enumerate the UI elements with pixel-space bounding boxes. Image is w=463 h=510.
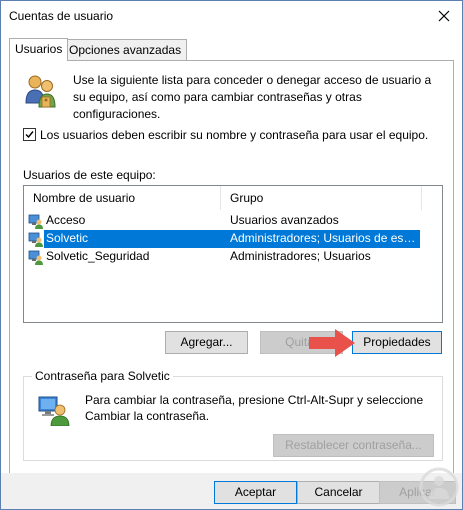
users-tab-panel: Use la siguiente lista para conceder o d…: [9, 60, 454, 474]
tab-usuarios[interactable]: Usuarios: [9, 38, 69, 61]
require-login-label: Los usuarios deben escribir su nombre y …: [40, 128, 429, 142]
user-list-label: Usuarios de este equipo:: [23, 168, 156, 182]
user-group: Administradores; Usuarios: [230, 249, 371, 263]
column-header-username[interactable]: Nombre de usuario: [24, 186, 229, 210]
red-arrow-icon: [309, 329, 355, 357]
user-group: Administradores; Usuarios de esc...: [230, 231, 418, 245]
user-accounts-window: Cuentas de usuario Usuarios Opciones ava…: [0, 0, 463, 510]
add-user-button[interactable]: Agregar...: [165, 331, 248, 354]
user-row-solvetic-seguridad[interactable]: Solvetic_Seguridad Administradores; Usua…: [24, 248, 442, 266]
password-group: Contraseña para Solvetic Para cambiar la…: [23, 369, 443, 461]
user-row-acceso[interactable]: Acceso Usuarios avanzados: [24, 212, 442, 230]
reset-password-button[interactable]: Restablecer contraseña...: [273, 434, 434, 457]
column-separator[interactable]: [421, 186, 422, 210]
tab-opciones-avanzadas[interactable]: Opciones avanzadas: [63, 39, 188, 60]
user-account-icon: [28, 232, 43, 247]
user-name: Solvetic_Seguridad: [46, 249, 150, 263]
user-list-header: Nombre de usuario Grupo: [24, 186, 442, 210]
user-row-solvetic[interactable]: Solvetic Administradores; Usuarios de es…: [24, 230, 442, 248]
user-name: Solvetic: [46, 231, 89, 245]
checkmark-icon: [25, 131, 34, 139]
password-help-text: Para cambiar la contraseña, presione Ctr…: [85, 393, 424, 423]
user-list[interactable]: Nombre de usuario Grupo Acceso Usuarios …: [23, 185, 443, 323]
require-login-checkbox[interactable]: [23, 128, 36, 141]
window-title: Cuentas de usuario: [9, 9, 114, 23]
close-button[interactable]: [432, 5, 456, 27]
solvetic-logo-icon: [419, 467, 459, 507]
column-header-group[interactable]: Grupo: [221, 186, 430, 210]
properties-button[interactable]: Propiedades: [352, 331, 442, 354]
close-icon: [438, 10, 450, 22]
user-group: Usuarios avanzados: [230, 213, 339, 227]
user-name: Acceso: [46, 213, 86, 227]
users-icon: [25, 75, 56, 108]
user-account-icon: [28, 250, 43, 265]
user-account-icon: [28, 214, 43, 229]
title-bar: Cuentas de usuario: [1, 1, 462, 31]
ok-button[interactable]: Aceptar: [214, 481, 297, 504]
password-user-icon: [38, 396, 70, 426]
cancel-button[interactable]: Cancelar: [297, 481, 380, 504]
password-group-title: Contraseña para Solvetic: [32, 369, 173, 383]
intro-text: Use la siguiente lista para conceder o d…: [73, 73, 432, 121]
